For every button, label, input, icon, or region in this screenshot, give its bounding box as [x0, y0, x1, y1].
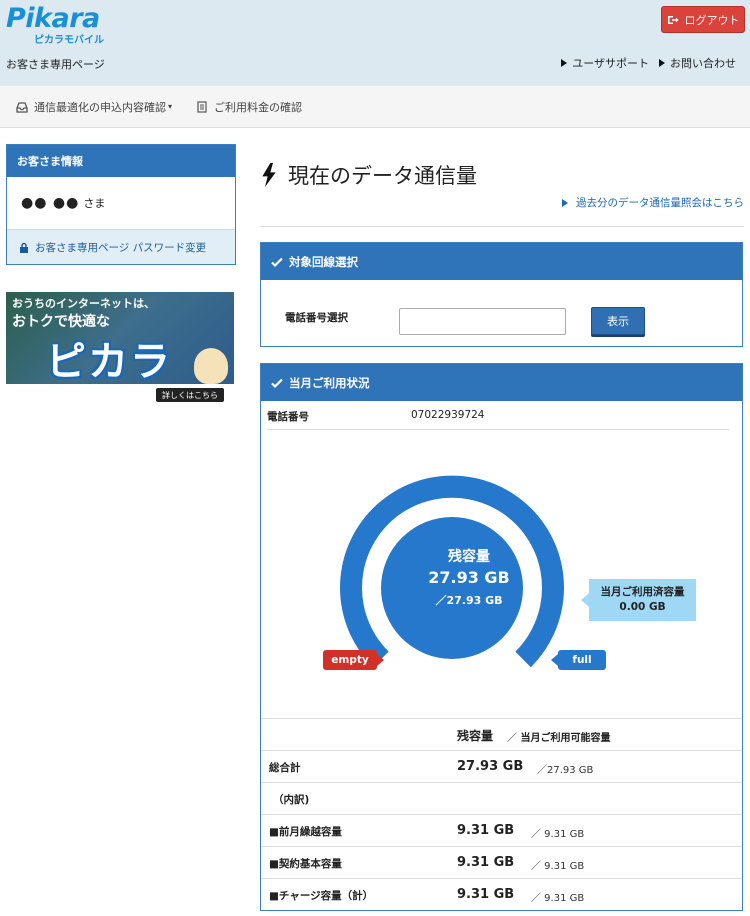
row-label: ■チャージ容量（計）	[269, 890, 374, 902]
banner-brand: ピカラ	[46, 339, 172, 385]
line-select-heading: 対象回線選択	[261, 243, 742, 280]
main-nav: 通信最適化の申込内容確認 ▾ ご利用料金の確認	[0, 86, 750, 128]
document-icon	[197, 100, 207, 113]
row-remain: 9.31 GB	[457, 887, 515, 902]
tel-label: 電話番号	[267, 411, 309, 423]
customer-info-heading: お客さま情報	[7, 145, 235, 177]
col-remain-header: 残容量	[457, 729, 494, 743]
table-row: 総合計 27.93 GB ／27.93 GB	[261, 750, 742, 782]
empty-tag: empty	[323, 650, 384, 670]
usage-heading: 当月ご利用状況	[261, 364, 742, 401]
triangle-icon	[659, 59, 665, 67]
page-title-text: 現在のデータ通信量	[288, 164, 477, 188]
page-label: お客さま専用ページ	[6, 58, 105, 71]
logout-button[interactable]: ログアウト	[661, 6, 745, 33]
user-support-link[interactable]: ユーザサポート	[561, 55, 649, 71]
customer-info-box: お客さま情報 ●● ●● さま お客さま専用ページ パスワード変更	[6, 144, 236, 265]
header-links: ユーザサポート お問い合わせ	[561, 55, 736, 71]
row-label: 総合計	[269, 762, 301, 774]
past-usage-link[interactable]: 過去分のデータ通信量照会はこちら	[562, 195, 744, 210]
row-total: ／27.93 GB	[537, 765, 594, 776]
row-remain: 9.31 GB	[457, 823, 515, 838]
capacity-table: 残容量 ／ 当月ご利用可能容量 総合計 27.93 GB ／27.93 GB （…	[261, 718, 742, 910]
pikara-logo[interactable]: Pikara ピカラモバイル	[6, 3, 104, 47]
row-total: ／ 9.31 GB	[531, 861, 585, 872]
usage-panel: 当月ご利用状況 電話番号 07022939724 残容量 27.93 GB ／2…	[260, 363, 743, 911]
logout-icon	[667, 15, 678, 24]
usage-heading-label: 当月ご利用状況	[289, 375, 370, 390]
tel-row: 電話番号 07022939724	[267, 401, 729, 430]
pikara-ad-banner[interactable]: おうちのインターネットは、 おトクで快適な ピカラ 詳しくはこちら	[6, 292, 234, 407]
divider	[260, 226, 744, 227]
contact-label: お問い合わせ	[670, 57, 736, 70]
banner-line1: おうちのインターネットは、	[12, 297, 155, 310]
user-support-label: ユーザサポート	[572, 57, 649, 70]
banner-detail-button[interactable]: 詳しくはこちら	[156, 388, 224, 402]
tel-value: 07022939724	[411, 409, 485, 421]
nav-item-optimization-label: 通信最適化の申込内容確認	[34, 100, 166, 114]
phone-select-label: 電話番号選択	[285, 312, 348, 324]
remain-value: 27.93 GB	[428, 568, 510, 587]
logo-subtitle: ピカラモバイル	[34, 35, 104, 46]
remain-total: ／27.93 GB	[435, 594, 503, 607]
row-total: ／ 9.31 GB	[531, 829, 585, 840]
past-usage-label: 過去分のデータ通信量照会はこちら	[576, 197, 744, 209]
table-row: （内訳)	[261, 782, 742, 814]
nav-item-optimization[interactable]: 通信最適化の申込内容確認 ▾	[16, 99, 172, 115]
banner-line2: おトクで快適な	[12, 314, 110, 330]
used-label: 当月ご利用済容量	[600, 586, 685, 598]
table-row: ■契約基本容量 9.31 GB ／ 9.31 GB	[261, 846, 742, 878]
used-capacity-callout: 当月ご利用済容量 0.00 GB	[581, 579, 696, 621]
header: Pikara ピカラモバイル お客さま専用ページ ログアウト ユーザサポート お…	[0, 0, 750, 86]
password-change-label: お客さま専用ページ パスワード変更	[35, 241, 207, 254]
contact-link[interactable]: お問い合わせ	[659, 55, 736, 71]
customer-name-suffix: さま	[83, 197, 106, 210]
check-icon	[271, 378, 283, 388]
logout-label: ログアウト	[684, 13, 740, 27]
remain-label: 残容量	[448, 549, 490, 565]
nav-item-billing[interactable]: ご利用料金の確認	[196, 99, 302, 115]
col-available-header: ／ 当月ご利用可能容量	[507, 729, 610, 744]
customer-name: ●● ●● さま	[7, 177, 235, 229]
triangle-icon	[562, 198, 568, 207]
lock-icon	[20, 242, 28, 253]
used-value: 0.00 GB	[619, 601, 666, 613]
gauge-center-circle	[381, 517, 523, 659]
row-label: （内訳)	[273, 794, 310, 806]
mascot-illustration	[194, 348, 228, 384]
check-icon	[271, 257, 283, 267]
full-tag: full	[551, 650, 606, 670]
logo-text: Pikara	[6, 3, 100, 34]
page-title: 現在のデータ通信量	[260, 160, 477, 190]
row-label: ■前月繰越容量	[269, 826, 342, 838]
nav-item-billing-label: ご利用料金の確認	[214, 100, 303, 114]
table-row: ■前月繰越容量 9.31 GB ／ 9.31 GB	[261, 814, 742, 846]
col-separator: ／	[507, 733, 517, 744]
show-button[interactable]: 表示	[591, 307, 645, 335]
phone-number-input[interactable]	[399, 308, 566, 335]
password-change-link[interactable]: お客さま専用ページ パスワード変更	[7, 229, 235, 264]
row-remain: 9.31 GB	[457, 855, 515, 870]
triangle-icon	[561, 59, 568, 67]
row-label: ■契約基本容量	[269, 858, 342, 870]
line-select-heading-label: 対象回線選択	[289, 254, 358, 269]
table-row: ■チャージ容量（計） 9.31 GB ／ 9.31 GB	[261, 878, 742, 910]
lightning-icon	[262, 163, 276, 187]
inbox-icon	[16, 101, 28, 113]
customer-name-mask: ●● ●●	[21, 195, 80, 211]
row-remain: 27.93 GB	[457, 759, 524, 774]
row-total: ／ 9.31 GB	[531, 893, 585, 904]
line-select-panel: 対象回線選択 電話番号選択 表示	[260, 242, 743, 347]
caret-down-icon: ▾	[168, 102, 173, 111]
table-header: 残容量 ／ 当月ご利用可能容量	[261, 718, 742, 750]
col-available-label: 当月ご利用可能容量	[520, 733, 611, 744]
